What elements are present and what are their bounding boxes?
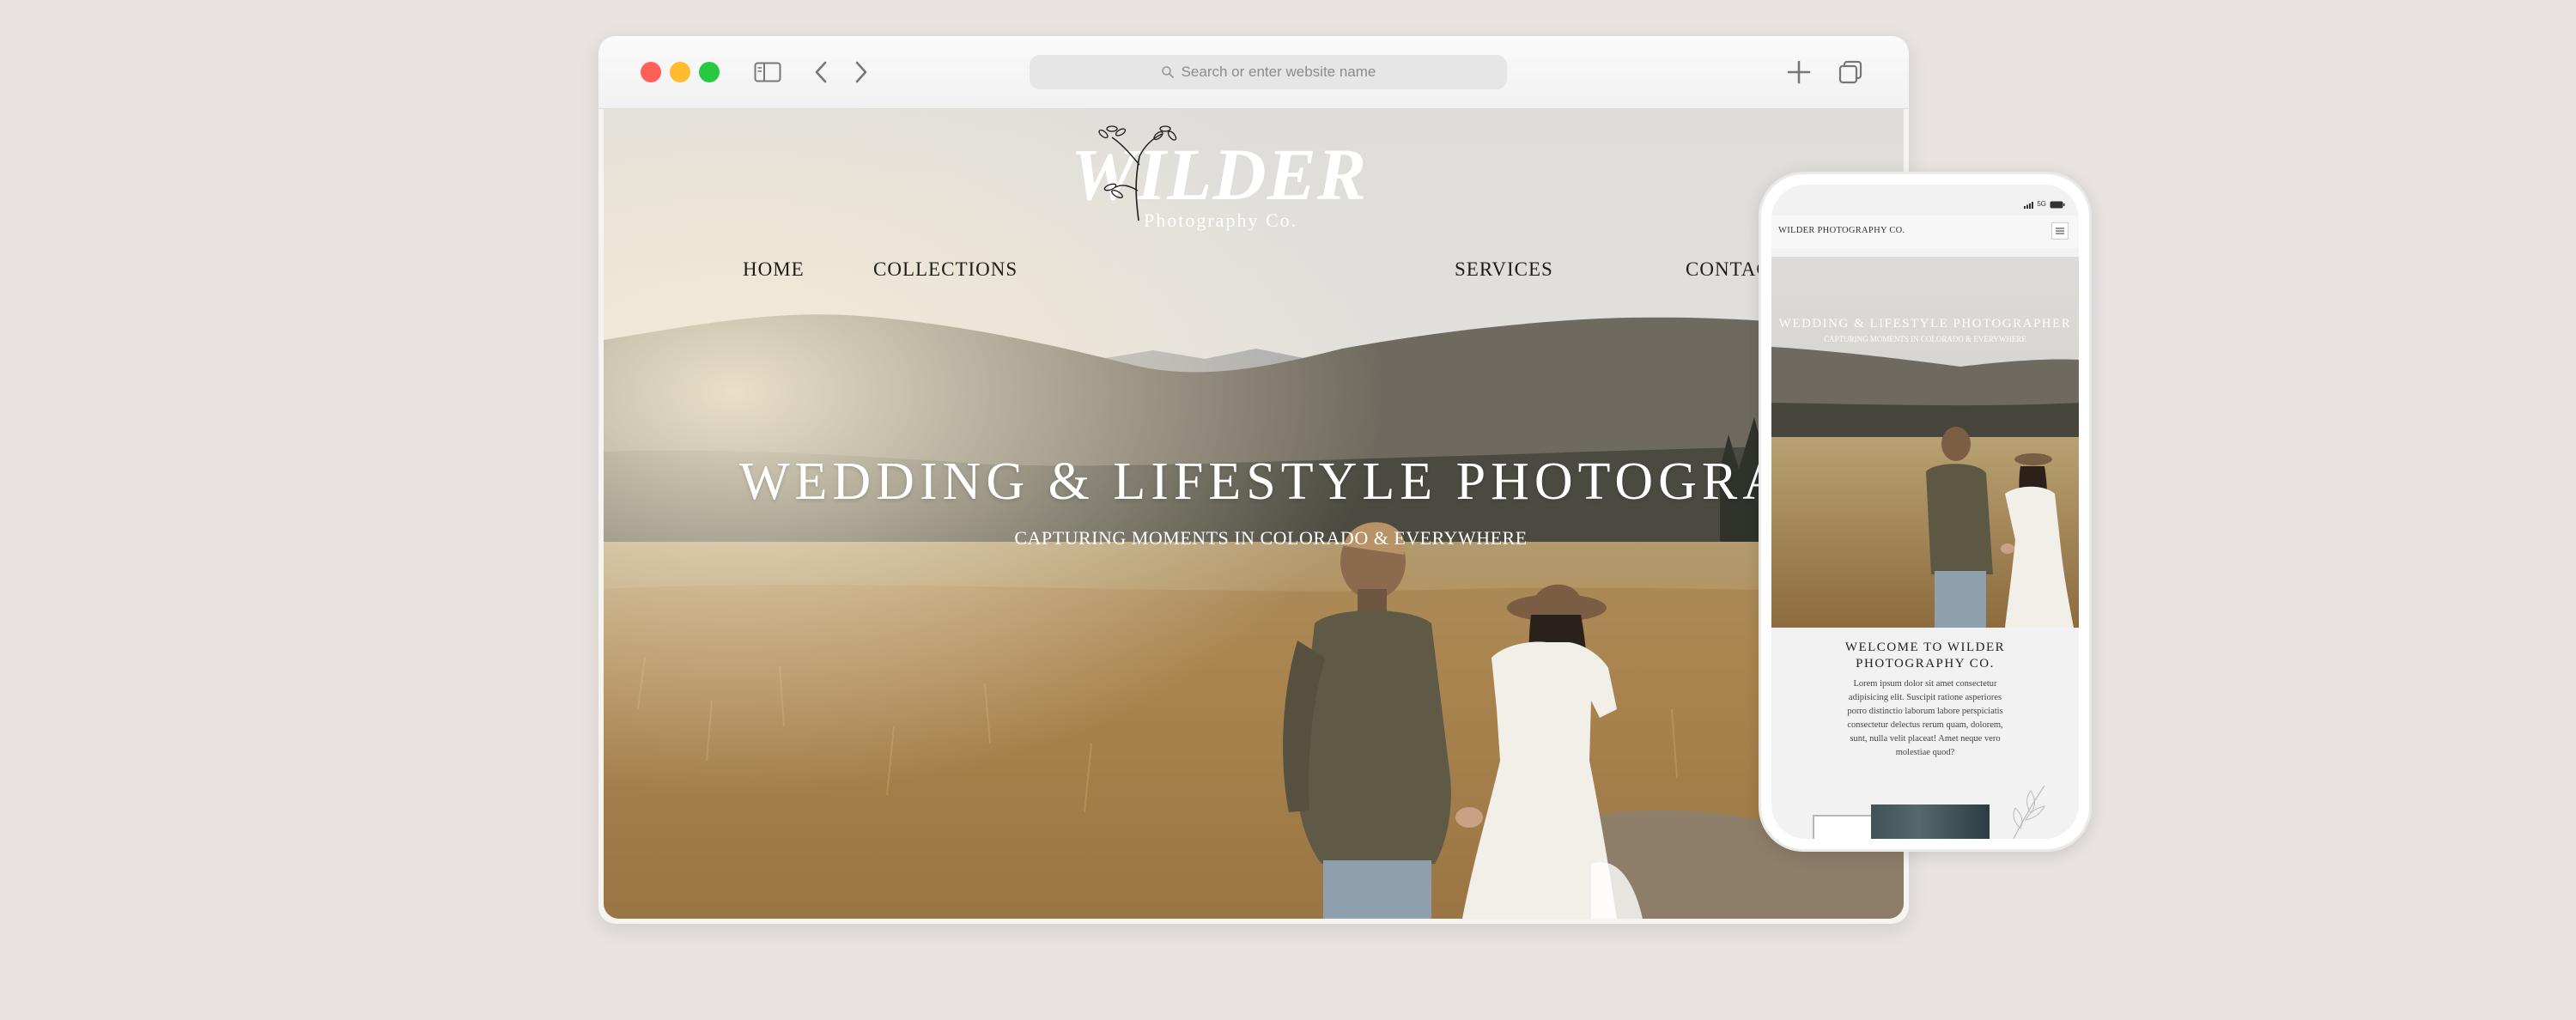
gallery-thumbnail[interactable] (1813, 815, 1878, 839)
nav-services[interactable]: SERVICES (1455, 258, 1553, 281)
nav-home[interactable]: HOME (743, 258, 805, 281)
phone-hero-title: WEDDING & LIFESTYLE PHOTOGRAPHER (1778, 317, 2072, 331)
wildflower-icon (1098, 125, 1177, 222)
browser-window: Search or enter website name HOME COLLEC… (598, 36, 1909, 924)
back-icon[interactable] (812, 60, 829, 84)
site-logo[interactable]: WILDER Photography Co. (1071, 113, 1366, 251)
sidebar-icon[interactable] (754, 62, 781, 82)
phone-hero-photo (1771, 257, 2079, 628)
minimize-window-button[interactable] (670, 62, 690, 82)
phone-hero: WEDDING & LIFESTYLE PHOTOGRAPHER CAPTURI… (1771, 257, 2079, 628)
gallery-thumbnail[interactable] (1871, 804, 1990, 839)
welcome-title: WELCOME TO WILDER PHOTOGRAPHY CO. (1844, 641, 2006, 671)
network-indicator: 5G (2037, 200, 2046, 208)
nav-collections[interactable]: COLLECTIONS (873, 258, 1018, 281)
plus-icon[interactable] (1786, 59, 1812, 85)
tabs-overview-icon[interactable] (1838, 59, 1863, 85)
address-placeholder: Search or enter website name (1181, 64, 1376, 80)
close-window-button[interactable] (641, 62, 661, 82)
phone-site-header: WILDER PHOTOGRAPHY CO. (1771, 216, 2079, 248)
signal-icon (2024, 202, 2033, 209)
hamburger-menu-icon[interactable] (2051, 222, 2069, 240)
welcome-body: Lorem ipsum dolor sit amet consectetur a… (1847, 679, 2003, 757)
logo-subtitle: Photography Co. (1144, 209, 1298, 231)
status-bar: 5G (1771, 185, 2079, 216)
hero-title: WEDDING & LIFESTYLE PHOTOGRAPHER (739, 452, 1904, 511)
phone-mockup: 5G WILDER PHOTOGRAPHY CO. WEDDING & LIFE… (1759, 172, 2092, 852)
phone-screen: 5G WILDER PHOTOGRAPHY CO. WEDDING & LIFE… (1771, 185, 2079, 839)
phone-hero-subtitle: CAPTURING MOMENTS IN COLORADO & EVERYWHE… (1824, 335, 2026, 343)
botanical-sprig-icon (2013, 785, 2045, 839)
phone-brand[interactable]: WILDER PHOTOGRAPHY CO. (1778, 226, 1905, 235)
hero-subtitle: CAPTURING MOMENTS IN COLORADO & EVERYWHE… (1014, 527, 1528, 549)
website-hero: HOME COLLECTIONS SERVICES CONTACT WILDER (604, 108, 1904, 919)
zoom-window-button[interactable] (699, 62, 720, 82)
address-bar[interactable]: Search or enter website name (1030, 55, 1507, 89)
battery-icon (2050, 201, 2065, 209)
forward-icon[interactable] (853, 60, 870, 84)
search-icon (1161, 66, 1174, 78)
browser-toolbar: Search or enter website name (598, 36, 1909, 109)
